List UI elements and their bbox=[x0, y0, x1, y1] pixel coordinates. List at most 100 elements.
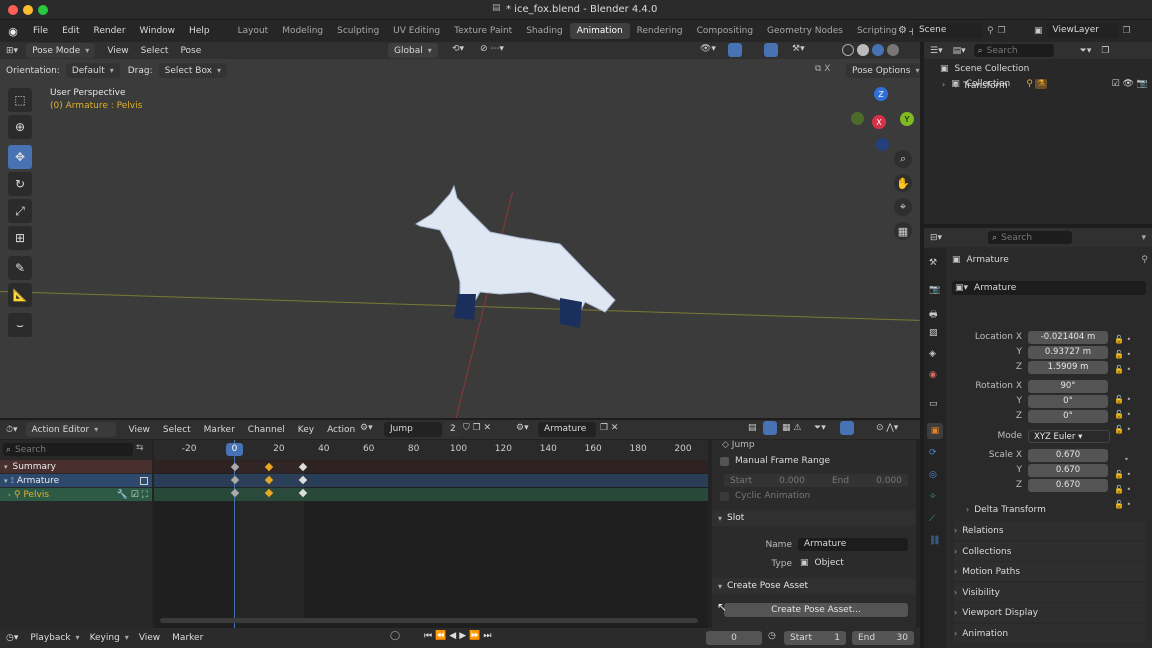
pan-hand-icon[interactable]: ✋ bbox=[894, 174, 912, 192]
location-x-field[interactable]: -0.021404 m bbox=[1028, 331, 1108, 344]
datablock-name[interactable]: Armature bbox=[974, 283, 1016, 293]
menu-render[interactable]: Render bbox=[87, 20, 133, 42]
filter-icon[interactable]: ⏷▾ bbox=[1080, 46, 1092, 56]
properties-search[interactable]: ⌕ Search bbox=[988, 231, 1073, 244]
channel-search[interactable]: ⌕ Search bbox=[3, 443, 133, 456]
close-window-button[interactable] bbox=[8, 5, 18, 15]
filter-icon[interactable]: ⏷▾ bbox=[814, 423, 826, 433]
material-shading-icon[interactable] bbox=[872, 44, 884, 56]
pose-asset-panel-header[interactable]: ▾ Create Pose Asset bbox=[712, 578, 916, 594]
bone-constraint-tab-icon[interactable]: ⛓ bbox=[929, 536, 940, 546]
fox-model[interactable] bbox=[410, 182, 630, 332]
tab-compositing[interactable]: Compositing bbox=[690, 23, 760, 39]
delta-transform-header[interactable]: › Delta Transform bbox=[966, 500, 1144, 519]
tool-tab-icon[interactable]: ⚒ bbox=[929, 258, 937, 268]
properties-search-input[interactable]: Search bbox=[1001, 233, 1032, 243]
new-view-layer-icon[interactable]: ❐ bbox=[1123, 26, 1131, 36]
tab-scripting[interactable]: Scripting bbox=[850, 23, 904, 39]
move-tool-icon[interactable]: ✥ bbox=[8, 145, 32, 169]
slot-panel-header[interactable]: ▾ Slot bbox=[712, 510, 916, 526]
playhead-frame[interactable]: 0 bbox=[226, 443, 243, 456]
pose-options-dropdown[interactable]: Pose Options bbox=[846, 63, 920, 78]
scene-selector[interactable]: ⚙ Scene ⚲ ❐ bbox=[898, 23, 1006, 38]
view-layer-name[interactable]: ViewLayer bbox=[1046, 23, 1119, 38]
rotation-y-field[interactable]: 0° bbox=[1028, 395, 1108, 408]
expand-icon[interactable]: ▾ bbox=[4, 463, 8, 471]
editor-type-icon[interactable]: ⊟▾ bbox=[930, 233, 942, 243]
lock-icons[interactable]: 🔓 • 🔓 • 🔓 • 🔓 • 🔓 • 🔓 • • 🔓 • 🔓 • 🔓 • bbox=[1114, 332, 1131, 512]
scale-x-field[interactable]: 0.670 bbox=[1028, 449, 1108, 462]
dopesheet-menu-marker[interactable]: Marker bbox=[204, 425, 235, 435]
menu-window[interactable]: Window bbox=[133, 20, 183, 42]
outliner[interactable]: ☰▾ ▤▾ ⌕ Search ⏷▾ ❐ ▣ Scene Collection ›… bbox=[924, 42, 1152, 224]
output-tab-icon[interactable]: 🖶 bbox=[929, 307, 938, 323]
dopesheet-menu-key[interactable]: Key bbox=[298, 425, 314, 435]
menu-edit[interactable]: Edit bbox=[55, 20, 86, 42]
camera-view-icon[interactable]: ⌖ bbox=[894, 198, 912, 216]
measure-tool-icon[interactable]: 📐 bbox=[8, 283, 32, 307]
playback-menu[interactable]: Playback bbox=[30, 633, 79, 643]
current-frame-field[interactable]: 0 bbox=[706, 631, 762, 645]
perspective-toggle-icon[interactable]: ▦ bbox=[894, 222, 912, 240]
editor-type-icon[interactable]: ⊞▾ bbox=[6, 46, 18, 56]
visibility-header[interactable]: › Visibility bbox=[954, 583, 1146, 602]
gizmo-z-axis[interactable]: Z bbox=[874, 87, 888, 101]
timeline-view-menu[interactable]: View bbox=[139, 633, 160, 643]
swap-icon[interactable]: ⇆ bbox=[136, 443, 144, 453]
auto-snap-icon[interactable] bbox=[840, 421, 854, 435]
tab-rendering[interactable]: Rendering bbox=[630, 23, 690, 39]
playback-controls-icon[interactable]: ⏮⏪◀▶⏩⏭ bbox=[424, 631, 494, 641]
select-box-tool-icon[interactable]: ⬚ bbox=[8, 88, 32, 112]
gizmo-neg-y-axis[interactable] bbox=[851, 112, 864, 125]
tab-texture-paint[interactable]: Texture Paint bbox=[447, 23, 519, 39]
display-mode-icon[interactable]: ▤▾ bbox=[953, 46, 966, 56]
rotate-tool-icon[interactable]: ↻ bbox=[8, 172, 32, 196]
transform-tool-icon[interactable]: ⊞ bbox=[8, 226, 32, 250]
blender-logo-icon[interactable]: ◉ bbox=[0, 25, 26, 38]
dopesheet-menu-select[interactable]: Select bbox=[163, 425, 191, 435]
rotation-x-field[interactable]: 90° bbox=[1028, 380, 1108, 393]
zoom-window-button[interactable] bbox=[38, 5, 48, 15]
manual-frame-range-row[interactable]: Manual Frame Range bbox=[720, 456, 830, 466]
motion-paths-header[interactable]: › Motion Paths bbox=[954, 562, 1146, 581]
end-frame-field[interactable]: End 30 bbox=[852, 631, 914, 645]
dopesheet-menu-view[interactable]: View bbox=[129, 425, 150, 435]
channel-search-input[interactable]: Search bbox=[15, 445, 46, 455]
gizmo-y-axis[interactable]: Y bbox=[900, 112, 914, 126]
action-users-count[interactable]: 2 bbox=[444, 422, 462, 437]
timeline-marker-menu[interactable]: Marker bbox=[172, 633, 203, 643]
editor-mode-dropdown[interactable]: Action Editor bbox=[25, 422, 116, 437]
tab-modeling[interactable]: Modeling bbox=[275, 23, 330, 39]
start-frame-field[interactable]: Start 1 bbox=[784, 631, 846, 645]
gizmo-x-axis[interactable]: X bbox=[872, 115, 886, 129]
scene-collection-row[interactable]: ▣ Scene Collection bbox=[940, 64, 1029, 74]
scene-name[interactable]: Scene bbox=[912, 23, 983, 38]
expand-icon[interactable]: › bbox=[8, 491, 11, 499]
channel-checkbox[interactable] bbox=[140, 476, 148, 485]
pin-icon[interactable]: ⚲ bbox=[987, 26, 994, 36]
channel-summary[interactable]: ▾ Summary bbox=[0, 460, 152, 473]
rotation-mode-dropdown[interactable]: XYZ Euler ▾ bbox=[1028, 430, 1110, 443]
pin-icon[interactable]: ⚲ bbox=[1141, 255, 1148, 265]
tab-animation[interactable]: Animation bbox=[569, 23, 630, 39]
timeline-editor-icon[interactable]: ◷▾ bbox=[6, 633, 18, 643]
horizontal-scrollbar[interactable] bbox=[160, 618, 698, 623]
cursor-tool-icon[interactable]: ⊕ bbox=[8, 115, 32, 139]
armature-tab-icon[interactable]: ✧ bbox=[929, 492, 937, 502]
editor-type-icon[interactable]: ☰▾ bbox=[930, 46, 943, 56]
gizmo-neg-z-axis[interactable] bbox=[876, 138, 889, 151]
channel-pelvis[interactable]: › ⚲ Pelvis 🔧 ☑ ⛶ bbox=[0, 488, 152, 501]
datablock-field[interactable]: ▣▾ Armature bbox=[952, 281, 1146, 295]
action-name-field[interactable]: Jump bbox=[384, 422, 442, 437]
filters-icon[interactable]: ▤ bbox=[748, 423, 757, 433]
proportional-edit-icon[interactable]: ⊙ ⋀▾ bbox=[876, 423, 898, 433]
relations-header[interactable]: › Relations bbox=[954, 521, 1146, 540]
slot-name-input[interactable]: Armature bbox=[798, 538, 908, 551]
mode-dropdown[interactable]: Pose Mode bbox=[26, 43, 96, 58]
expand-icon[interactable]: › bbox=[942, 80, 945, 89]
wireframe-shading-icon[interactable] bbox=[842, 44, 854, 56]
bone-tab-icon[interactable]: ⟋ bbox=[929, 514, 935, 524]
fake-user-icon[interactable]: ⛉ ❐ ✕ bbox=[463, 423, 491, 433]
overlay-toggle-icon[interactable] bbox=[764, 43, 778, 57]
solid-shading-icon[interactable] bbox=[857, 44, 869, 56]
